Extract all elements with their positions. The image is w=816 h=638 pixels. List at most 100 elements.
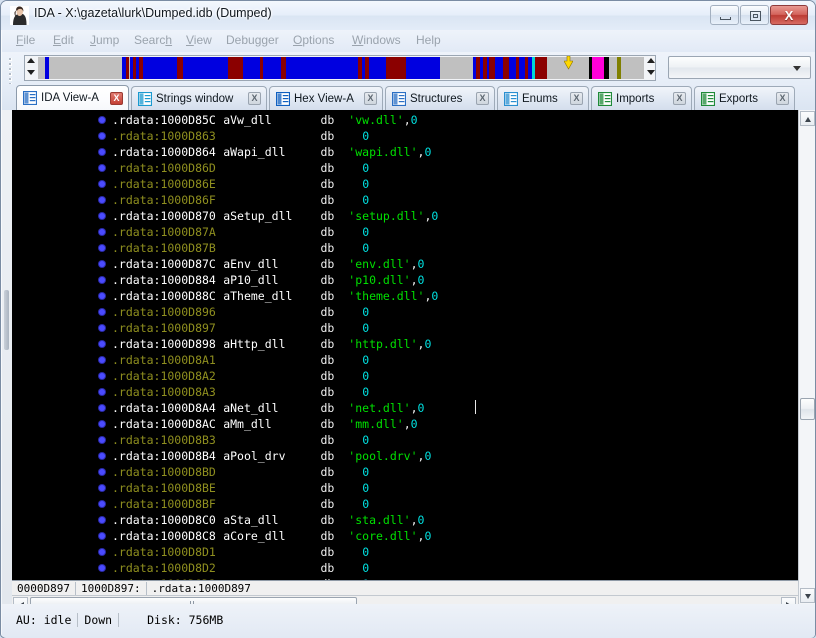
disassembly-line[interactable]: .rdata:1000D8BF db 0 — [12, 496, 798, 512]
menu-item-help[interactable]: Help — [414, 33, 443, 49]
tab-close-icon[interactable]: X — [364, 92, 377, 105]
tab-hex-view-a[interactable]: Hex View-A X — [269, 86, 383, 110]
horizontal-scrollbar[interactable] — [12, 595, 798, 604]
line-operand[interactable]: 'theme.dll',0 — [348, 289, 438, 303]
line-label[interactable]: aP10_dll — [223, 273, 278, 287]
line-label[interactable]: aWapi_dll — [223, 145, 285, 159]
disassembly-line[interactable]: .rdata:1000D8A4 aNet_dll db 'net.dll',0 — [12, 400, 798, 416]
line-operand[interactable]: 0 — [362, 385, 369, 399]
disassembly-listing[interactable]: .rdata:1000D85C aVw_dll db'vw.dll',0 .rdata… — [12, 110, 798, 580]
line-operand[interactable]: 0 — [362, 433, 369, 447]
disassembly-line[interactable]: .rdata:1000D8AC aMm_dll db 'mm.dll',0 — [12, 416, 798, 432]
scroll-up-button[interactable] — [800, 111, 815, 126]
line-label[interactable]: aEnv_dll — [223, 257, 278, 271]
disassembly-line[interactable]: .rdata:1000D863 db 0 — [12, 128, 798, 144]
navigator-zoom-in-button[interactable] — [646, 57, 657, 79]
line-operand[interactable]: 'vw.dll',0 — [348, 113, 417, 127]
tab-strings-window[interactable]: Strings window X — [131, 86, 267, 110]
line-operand[interactable]: 0 — [362, 481, 369, 495]
line-operand[interactable]: 0 — [362, 321, 369, 335]
disassembly-line[interactable]: .rdata:1000D884 aP10_dll db 'p10.dll',0 — [12, 272, 798, 288]
disassembly-line[interactable]: .rdata:1000D897 db 0 — [12, 320, 798, 336]
disassembly-line[interactable]: .rdata:1000D864 aWapi_dll db 'wapi.dll',0 — [12, 144, 798, 160]
jump-to-function-combo[interactable] — [668, 56, 811, 79]
line-operand[interactable]: 0 — [362, 129, 369, 143]
menu-item-windows[interactable]: Windows — [350, 33, 403, 49]
line-label[interactable]: aVw_dll — [223, 113, 271, 127]
line-operand[interactable]: 0 — [362, 353, 369, 367]
line-operand[interactable]: 'wapi.dll',0 — [348, 145, 431, 159]
disassembly-line[interactable]: .rdata:1000D8B3 db 0 — [12, 432, 798, 448]
disassembly-line[interactable]: .rdata:1000D87B db 0 — [12, 240, 798, 256]
tab-close-icon[interactable]: X — [248, 92, 261, 105]
disassembly-line[interactable]: .rdata:1000D87A db 0 — [12, 224, 798, 240]
scroll-right-button[interactable] — [781, 597, 796, 604]
disassembly-line[interactable]: .rdata:1000D8B4 aPool_drv db 'pool.drv',0 — [12, 448, 798, 464]
tab-structures[interactable]: Structures X — [385, 86, 495, 110]
line-operand[interactable]: 0 — [362, 497, 369, 511]
line-label[interactable]: aSetup_dll — [223, 209, 292, 223]
disassembly-line[interactable]: .rdata:1000D8BD db 0 — [12, 464, 798, 480]
tab-enums[interactable]: Enums X — [497, 86, 589, 110]
menu-item-file[interactable]: File — [14, 33, 37, 49]
maximize-button[interactable] — [740, 5, 769, 25]
tab-close-icon[interactable]: X — [476, 92, 489, 105]
tab-close-icon[interactable]: X — [776, 92, 789, 105]
menu-item-view[interactable]: View — [184, 33, 214, 49]
menu-item-options[interactable]: Options — [291, 33, 336, 49]
disassembly-line[interactable]: .rdata:1000D86E db 0 — [12, 176, 798, 192]
line-operand[interactable]: 0 — [362, 193, 369, 207]
line-operand[interactable]: 0 — [362, 225, 369, 239]
disassembly-line[interactable]: .rdata:1000D86F db 0 — [12, 192, 798, 208]
left-splitter[interactable] — [2, 110, 12, 604]
line-label[interactable]: aHttp_dll — [223, 337, 285, 351]
scroll-down-button[interactable] — [800, 588, 815, 603]
disassembly-line[interactable]: .rdata:1000D87C aEnv_dll db 'env.dll',0 — [12, 256, 798, 272]
disassembly-line[interactable]: .rdata:1000D898 aHttp_dll db 'http.dll',0 — [12, 336, 798, 352]
line-operand[interactable]: 0 — [362, 369, 369, 383]
line-operand[interactable]: 'p10.dll',0 — [348, 273, 424, 287]
tab-exports[interactable]: Exports X — [694, 86, 795, 110]
vertical-scrollbar[interactable] — [798, 110, 815, 604]
line-operand[interactable]: 'core.dll',0 — [348, 529, 431, 543]
line-operand[interactable]: 0 — [362, 465, 369, 479]
navigator-zoom-out-button[interactable] — [26, 57, 37, 79]
tab-close-icon[interactable]: X — [570, 92, 583, 105]
disassembly-line[interactable]: .rdata:1000D8C0 aSta_dll db 'sta.dll',0 — [12, 512, 798, 528]
disassembly-line[interactable]: .rdata:1000D8BE db 0 — [12, 480, 798, 496]
line-operand[interactable]: 'setup.dll',0 — [348, 209, 438, 223]
line-operand[interactable]: 0 — [362, 177, 369, 191]
tab-ida-view-a[interactable]: IDA View-A X — [16, 85, 129, 110]
tab-imports[interactable]: Imports X — [591, 86, 692, 110]
line-operand[interactable]: 0 — [362, 561, 369, 575]
menu-item-jump[interactable]: Jump — [88, 33, 121, 49]
disassembly-line[interactable]: .rdata:1000D896 db 0 — [12, 304, 798, 320]
disassembly-line[interactable]: .rdata:1000D8D1 db 0 — [12, 544, 798, 560]
line-operand[interactable]: 0 — [362, 161, 369, 175]
line-label[interactable]: aCore_dll — [223, 529, 285, 543]
disassembly-line[interactable]: .rdata:1000D8A2 db 0 — [12, 368, 798, 384]
toolbar-gripper[interactable] — [8, 56, 13, 91]
line-label[interactable]: aMm_dll — [223, 417, 271, 431]
vertical-scroll-thumb[interactable] — [800, 398, 815, 420]
line-label[interactable]: aSta_dll — [223, 513, 278, 527]
navigator-band[interactable] — [38, 57, 644, 79]
line-operand[interactable]: 'env.dll',0 — [348, 257, 424, 271]
menu-item-search[interactable]: Search — [132, 33, 174, 49]
minimize-button[interactable] — [710, 5, 739, 25]
title-bar[interactable]: IDA - X:\gazeta\lurk\Dumped.idb (Dumped)… — [1, 1, 815, 30]
line-label[interactable]: aNet_dll — [223, 401, 278, 415]
line-operand[interactable]: 0 — [362, 241, 369, 255]
disassembly-line[interactable]: .rdata:1000D85C aVw_dll db 'vw.dll',0 — [12, 112, 798, 128]
line-operand[interactable]: 'http.dll',0 — [348, 337, 431, 351]
line-operand[interactable]: 'net.dll',0 — [348, 401, 424, 415]
line-label[interactable]: aPool_drv — [223, 449, 285, 463]
menu-item-debugger[interactable]: Debugger — [224, 33, 281, 49]
tab-close-icon[interactable]: X — [673, 92, 686, 105]
disassembly-line[interactable]: .rdata:1000D8C8 aCore_dll db 'core.dll',0 — [12, 528, 798, 544]
disassembly-line[interactable]: .rdata:1000D8A1 db 0 — [12, 352, 798, 368]
line-operand[interactable]: 0 — [362, 545, 369, 559]
horizontal-scroll-thumb[interactable] — [30, 597, 357, 604]
line-operand[interactable]: 'pool.drv',0 — [348, 449, 431, 463]
tab-close-icon[interactable]: X — [110, 91, 123, 105]
